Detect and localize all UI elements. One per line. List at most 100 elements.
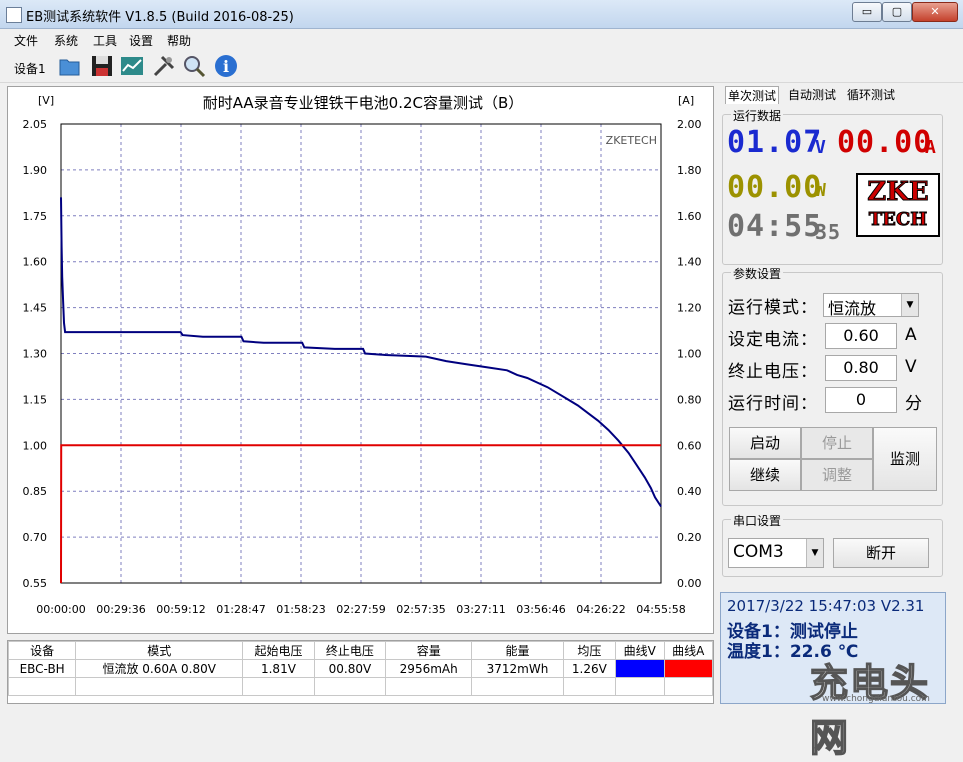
table-cell: 3712mWh <box>471 659 564 678</box>
x-tick-label: 00:59:12 <box>156 603 205 616</box>
table-cell: 恒流放 0.60A 0.80V <box>75 659 244 678</box>
current-unit-label: A <box>905 325 917 345</box>
table-cell <box>615 659 665 678</box>
toolbar: 设备1 i <box>0 50 963 83</box>
save-icon[interactable] <box>90 54 114 78</box>
maximize-button[interactable]: ▢ <box>882 2 912 22</box>
window-title: EB测试系统软件 V1.8.5 (Build 2016-08-25) <box>26 10 294 25</box>
time-seconds: 35 <box>815 220 842 244</box>
y-tick-label: 2.05 <box>23 118 48 131</box>
x-tick-label: 00:00:00 <box>36 603 85 616</box>
disconnect-button[interactable]: 断开 <box>833 538 929 568</box>
table-cell: 2956mAh <box>385 659 473 678</box>
y2-axis-unit: [A] <box>678 94 694 107</box>
table-header: 起始电压 <box>242 641 315 660</box>
x-tick-label: 02:27:59 <box>336 603 385 616</box>
table-header: 模式 <box>75 641 244 660</box>
tab-auto-test[interactable]: 自动测试 <box>786 86 838 103</box>
chevron-down-icon[interactable]: ▼ <box>901 294 918 316</box>
y-tick-label: 1.15 <box>23 393 48 406</box>
device-tab[interactable]: 设备1 <box>14 60 46 77</box>
tools-icon[interactable] <box>152 54 176 78</box>
menu-settings[interactable]: 设置 <box>129 32 153 49</box>
serial-caption: 串口设置 <box>731 512 784 529</box>
table-header: 曲线V <box>615 641 665 660</box>
y2-tick-label: 1.40 <box>677 256 702 269</box>
power-unit: W <box>815 180 827 201</box>
menu-file[interactable]: 文件 <box>14 32 38 49</box>
continue-button[interactable]: 继续 <box>729 459 801 491</box>
time-unit-label: 分 <box>905 394 922 414</box>
y-tick-label: 0.70 <box>23 531 48 544</box>
table-header: 能量 <box>471 641 564 660</box>
voltage-readout: 01.07 <box>727 125 823 160</box>
minimize-button[interactable]: ▭ <box>852 2 882 22</box>
mode-label: 运行模式： <box>728 298 818 318</box>
svg-text:i: i <box>223 57 229 76</box>
y2-tick-label: 0.40 <box>677 485 702 498</box>
chart-icon[interactable] <box>120 54 144 78</box>
open-folder-icon[interactable] <box>58 54 82 78</box>
table-cell: 1.81V <box>242 659 315 678</box>
y-tick-label: 1.00 <box>23 439 48 452</box>
time-label: 运行时间： <box>728 394 818 414</box>
menu-bar: 文件 系统 工具 设置 帮助 <box>0 29 963 49</box>
table-cell: 00.80V <box>313 659 387 678</box>
voltage-unit: V <box>815 137 827 158</box>
table-header: 终止电压 <box>313 641 387 660</box>
power-readout: 00.00 <box>727 170 823 205</box>
results-table: 设备 模式 起始电压 终止电压 容量 能量 均压 曲线V 曲线A EBC-BH 恒流放 0.60A… <box>7 640 714 704</box>
table-cell <box>663 659 713 678</box>
title-bar: EB测试系统软件 V1.8.5 (Build 2016-08-25) ▭ ▢ ✕ <box>0 0 963 29</box>
y2-tick-label: 1.00 <box>677 348 702 361</box>
table-header: 曲线A <box>663 641 713 660</box>
current-input[interactable]: 0.60 <box>825 323 897 349</box>
x-tick-label: 01:28:47 <box>216 603 265 616</box>
tab-single-test[interactable]: 单次测试 <box>725 86 780 104</box>
brand-url: www.chongdiantou.com <box>822 694 930 704</box>
menu-help[interactable]: 帮助 <box>167 32 191 49</box>
brand-watermark: 充电头网 <box>809 660 931 761</box>
y2-tick-label: 0.80 <box>677 393 702 406</box>
chart-watermark: ZKETECH <box>606 134 657 147</box>
current-readout: 00.00 <box>837 125 933 160</box>
com-port-select[interactable]: COM3 ▼ <box>728 538 824 568</box>
x-tick-label: 04:55:58 <box>636 603 685 616</box>
y2-tick-label: 1.80 <box>677 164 702 177</box>
monitor-button[interactable]: 监测 <box>873 427 937 491</box>
y2-tick-label: 1.60 <box>677 210 702 223</box>
close-button[interactable]: ✕ <box>912 2 958 22</box>
y-tick-label: 1.75 <box>23 210 48 223</box>
table-header: 容量 <box>385 641 473 660</box>
y-tick-label: 1.90 <box>23 164 48 177</box>
stop-button[interactable]: 停止 <box>801 427 873 459</box>
menu-tools[interactable]: 工具 <box>93 32 117 49</box>
mode-select[interactable]: 恒流放 ▼ <box>823 293 919 318</box>
tab-cycle-test[interactable]: 循环测试 <box>845 86 897 103</box>
adjust-button[interactable]: 调整 <box>801 459 873 491</box>
time-input[interactable]: 0 <box>825 387 897 413</box>
chevron-down-icon[interactable]: ▼ <box>806 539 823 567</box>
table-cell: 1.26V <box>562 659 617 678</box>
params-caption: 参数设置 <box>731 265 784 282</box>
discharge-chart: [V] [A] 耐时AA录音专业锂铁干电池0.2C容量测试（B） 0.55 0.7… <box>23 94 702 616</box>
x-tick-label: 04:26:22 <box>576 603 625 616</box>
x-tick-label: 02:57:35 <box>396 603 445 616</box>
current-unit: A <box>925 137 937 158</box>
zketech-logo: ZKE TECH <box>856 173 940 237</box>
serial-group: 串口设置 COM3 ▼ 断开 <box>722 512 943 577</box>
y2-tick-label: 1.20 <box>677 302 702 315</box>
voltage-input[interactable]: 0.80 <box>825 355 897 381</box>
chart-title: 耐时AA录音专业锂铁干电池0.2C容量测试（B） <box>203 94 524 112</box>
voltage-label: 终止电压： <box>728 362 818 382</box>
time-readout: 04:55 <box>727 209 823 244</box>
search-icon[interactable] <box>182 54 206 78</box>
run-data-caption: 运行数据 <box>731 107 784 124</box>
x-tick-label: 03:56:46 <box>516 603 565 616</box>
start-button[interactable]: 启动 <box>729 427 801 459</box>
info-icon[interactable]: i <box>214 54 238 78</box>
y-tick-label: 1.45 <box>23 302 48 315</box>
y-tick-label: 0.85 <box>23 485 48 498</box>
menu-system[interactable]: 系统 <box>54 32 78 49</box>
y-tick-label: 0.55 <box>23 577 48 590</box>
